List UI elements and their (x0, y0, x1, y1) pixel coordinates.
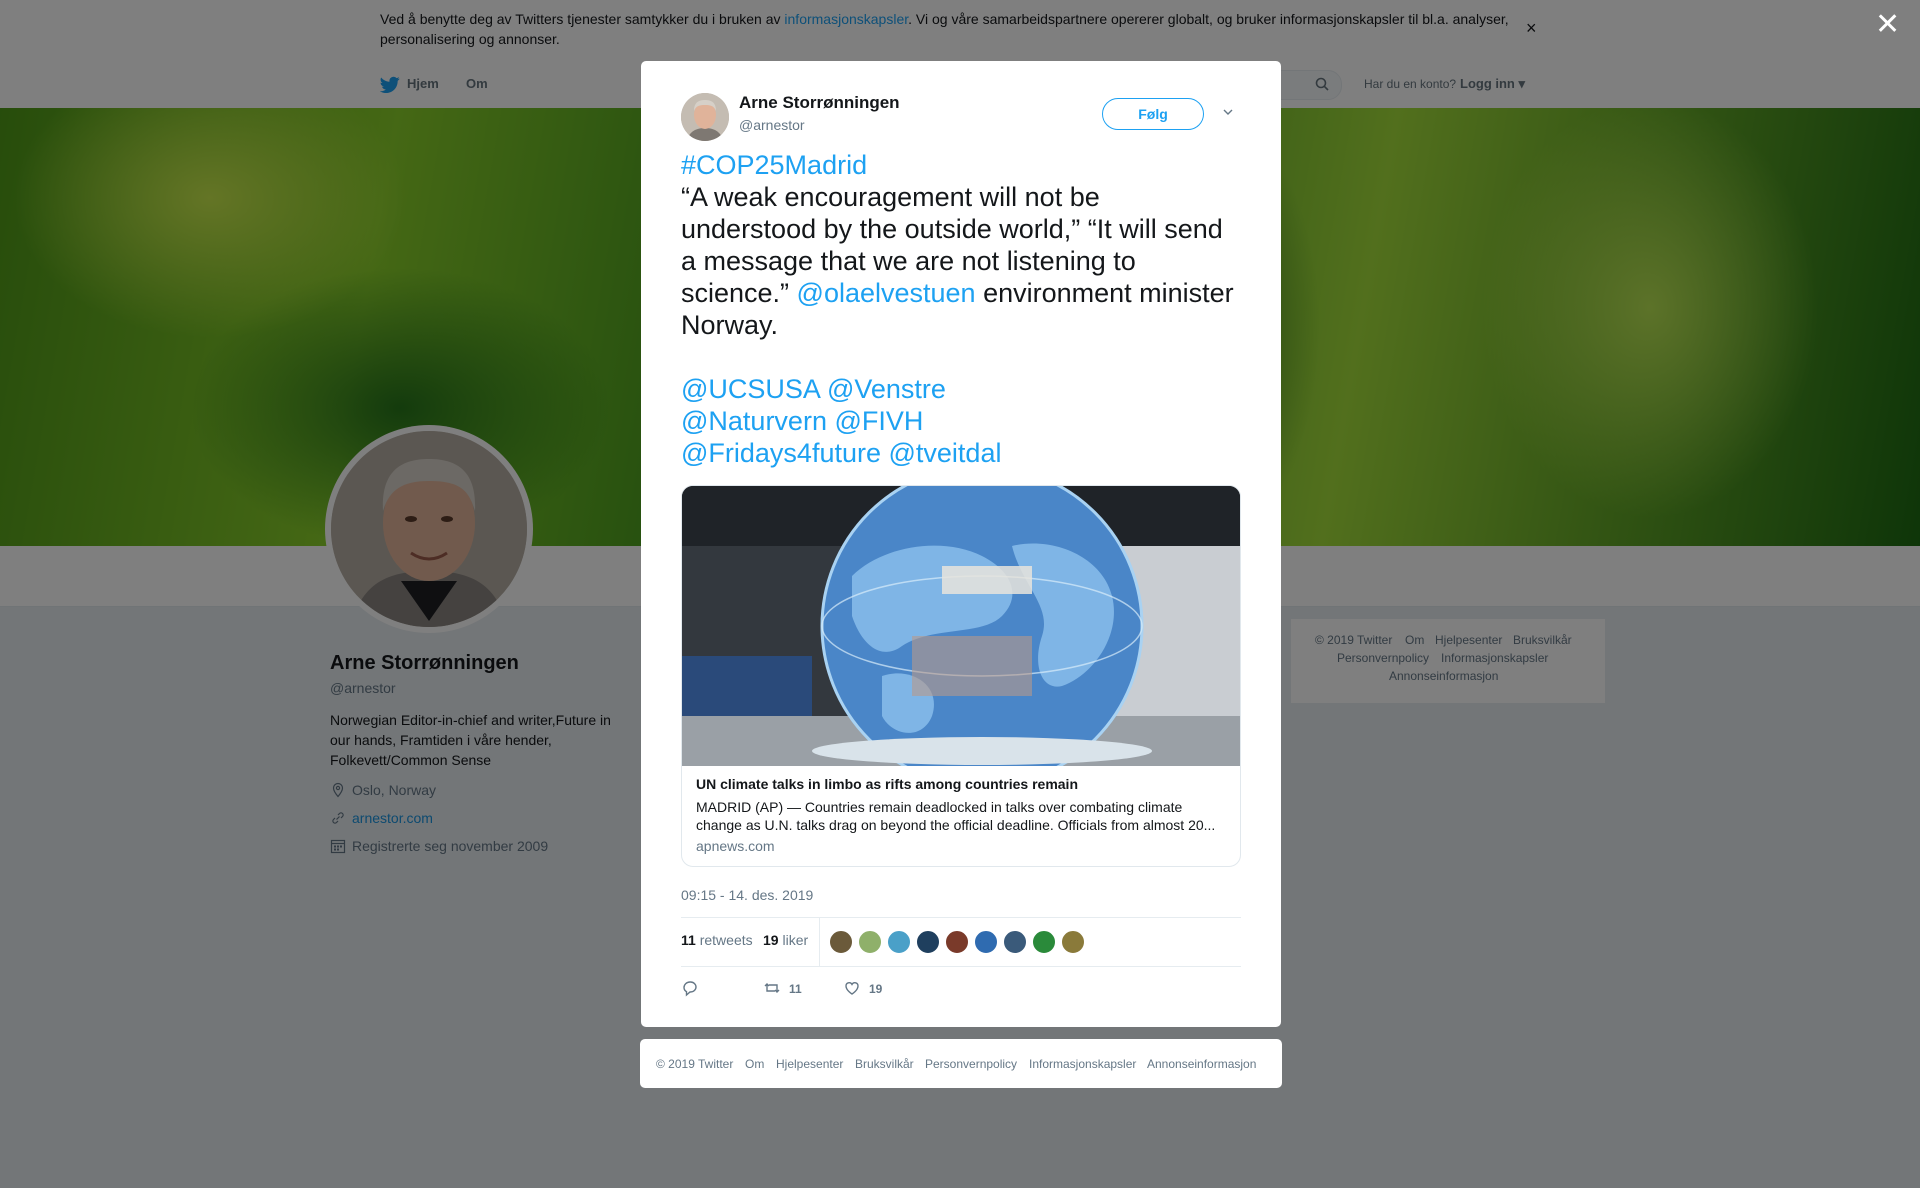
reply-icon (683, 981, 697, 997)
footer-privacy[interactable]: Personvernpolicy (925, 1057, 1017, 1071)
liker-avatar[interactable] (1003, 930, 1027, 954)
likes-count: 19 (763, 932, 779, 948)
footer-ads[interactable]: Annonseinformasjon (1147, 1057, 1256, 1071)
hashtag-link[interactable]: #COP25Madrid (681, 150, 867, 180)
liker-avatar[interactable] (945, 930, 969, 954)
like-button[interactable]: 19 (843, 979, 882, 997)
card-image (682, 486, 1240, 766)
tweet-stats: 11 retweets 19 liker (681, 917, 1241, 967)
footer-terms[interactable]: Bruksvilkår (855, 1057, 914, 1071)
liker-avatar[interactable] (887, 930, 911, 954)
retweet-button[interactable]: 11 (763, 979, 802, 997)
card-title: UN climate talks in limbo as rifts among… (696, 776, 1078, 792)
stats-divider (819, 918, 820, 966)
tweet-actions: 11 19 (681, 979, 1241, 1005)
modal-close-icon[interactable]: ✕ (1875, 10, 1900, 40)
like-count: 19 (869, 982, 883, 996)
mention-link[interactable]: @UCSUSA (681, 374, 819, 404)
liker-avatar[interactable] (974, 930, 998, 954)
liker-avatar[interactable] (1032, 930, 1056, 954)
footer-help[interactable]: Hjelpesenter (776, 1057, 843, 1071)
tweet-author-avatar[interactable] (681, 93, 729, 141)
liker-avatar[interactable] (1061, 930, 1085, 954)
tweet-modal: Arne Storrønningen @arnestor Følg #COP25… (641, 61, 1281, 1027)
mention-link[interactable]: @Venstre (827, 374, 946, 404)
heart-icon (845, 982, 859, 995)
liker-avatar[interactable] (858, 930, 882, 954)
footer-copyright: © 2019 Twitter (656, 1057, 734, 1071)
modal-footer: © 2019 Twitter Om Hjelpesenter Bruksvilk… (640, 1039, 1282, 1088)
follow-button[interactable]: Følg (1102, 98, 1204, 130)
retweets-count: 11 (681, 932, 696, 948)
mention-link[interactable]: @Naturvern (681, 406, 827, 436)
tweet-text: #COP25Madrid “A weak encouragement will … (681, 149, 1241, 469)
card-domain: apnews.com (696, 838, 775, 854)
link-card[interactable]: UN climate talks in limbo as rifts among… (681, 485, 1241, 867)
mention-link[interactable]: @Fridays4future (681, 438, 881, 468)
likes-label: liker (782, 932, 809, 948)
reply-button[interactable] (681, 979, 707, 997)
tweet-author-name[interactable]: Arne Storrønningen (739, 93, 900, 113)
footer-cookies[interactable]: Informasjonskapsler (1029, 1057, 1136, 1071)
card-description: MADRID (AP) — Countries remain deadlocke… (696, 799, 1216, 833)
liker-avatar[interactable] (916, 930, 940, 954)
chevron-down-icon[interactable] (1221, 105, 1235, 119)
likes-stat[interactable]: 19 liker (763, 932, 808, 948)
liker-avatar[interactable] (829, 930, 853, 954)
retweets-stat[interactable]: 11 retweets (681, 932, 753, 948)
tweet-timestamp[interactable]: 09:15 - 14. des. 2019 (681, 887, 813, 903)
mention-link[interactable]: @olaelvestuen (797, 278, 976, 308)
author-photo (681, 93, 729, 141)
globe-photo (682, 486, 1240, 766)
retweets-label: retweets (699, 932, 753, 948)
retweet-icon (764, 983, 780, 993)
retweet-count: 11 (789, 982, 802, 996)
tweet-author-handle[interactable]: @arnestor (739, 117, 805, 133)
footer-about[interactable]: Om (745, 1057, 764, 1071)
mention-link[interactable]: @tveitdal (889, 438, 1002, 468)
mention-link[interactable]: @FIVH (834, 406, 923, 436)
